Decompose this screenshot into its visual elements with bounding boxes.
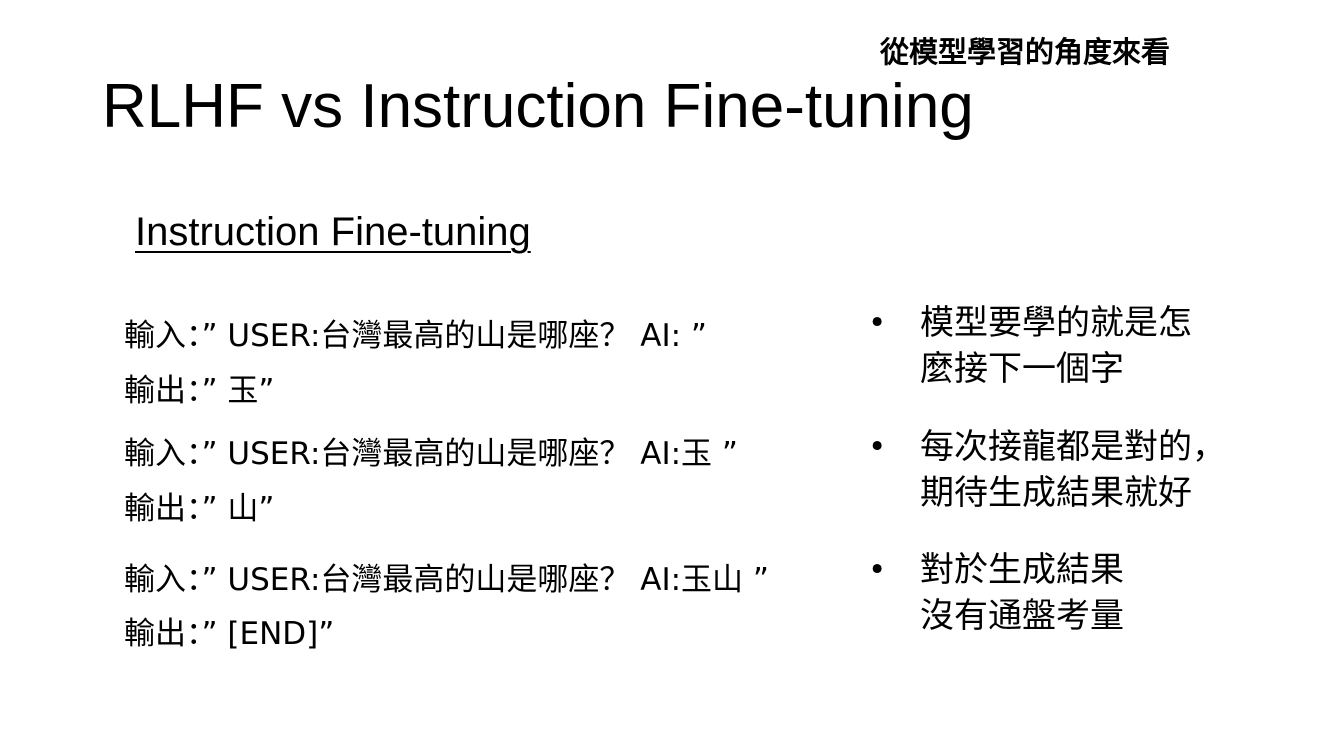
section-heading: Instruction Fine-tuning: [135, 210, 531, 254]
example-2-input: 輸入：” USER:台灣最高的山是哪座？ AI:玉 ”: [124, 436, 738, 472]
bullet-marker: •: [868, 305, 887, 341]
example-1-input: 輸入：” USER:台灣最高的山是哪座？ AI: ”: [124, 318, 707, 354]
bullet-2-line-1: 每次接龍都是對的，: [920, 427, 1226, 467]
example-3-output: 輸出：” [END]”: [124, 616, 335, 652]
example-2-output: 輸出：” 山”: [124, 491, 275, 527]
bullet-3-line-2: 沒有通盤考量: [920, 596, 1124, 636]
bullet-1-line-1: 模型要學的就是怎: [920, 303, 1192, 343]
bullet-marker: •: [868, 429, 887, 465]
bullet-1-line-2: 麼接下一個字: [920, 349, 1124, 389]
example-1-output: 輸出：” 玉”: [124, 373, 275, 409]
bullet-marker: •: [868, 552, 887, 588]
bullet-2-line-2: 期待生成結果就好: [920, 473, 1192, 513]
slide-title: RLHF vs Instruction Fine-tuning: [102, 72, 974, 141]
bullet-3-line-1: 對於生成結果: [920, 550, 1124, 590]
example-3-input: 輸入：” USER:台灣最高的山是哪座？ AI:玉山 ”: [124, 562, 769, 598]
